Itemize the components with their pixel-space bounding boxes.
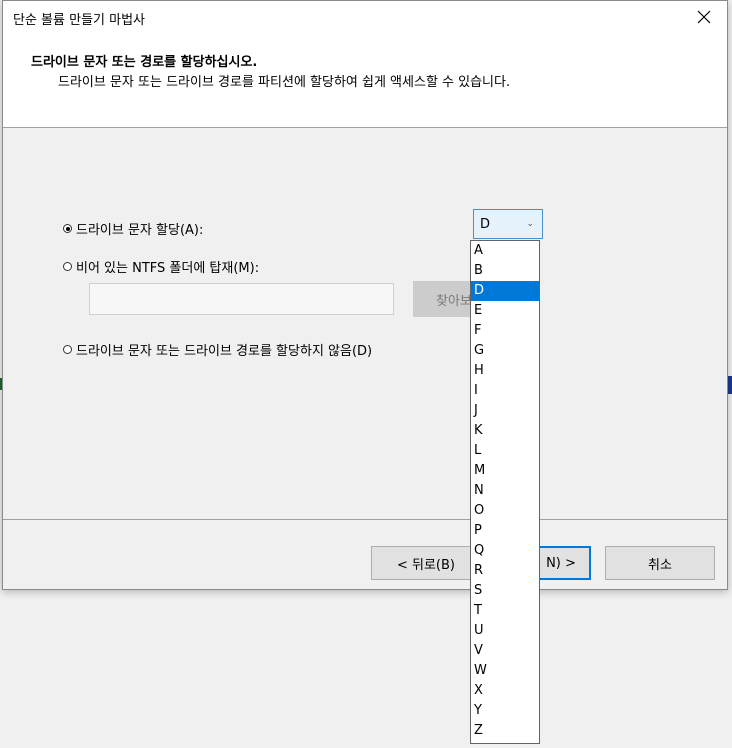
back-button-label: < 뒤로(B) — [396, 557, 455, 573]
cancel-button[interactable]: 취소 — [605, 546, 715, 580]
radio-button-icon[interactable] — [63, 224, 72, 233]
dropdown-option[interactable]: Y — [471, 701, 539, 721]
radio-mount-folder-label: 비어 있는 NTFS 폴더에 탑재(M): — [76, 261, 260, 276]
combobox-value: D — [480, 216, 491, 232]
drive-letter-dropdown-list[interactable]: ABDEFGHIJKLMNOPQRSTUVWXYZ — [470, 240, 540, 744]
dropdown-option[interactable]: J — [471, 401, 539, 421]
dropdown-option[interactable]: T — [471, 601, 539, 621]
close-icon — [697, 10, 711, 24]
drive-letter-combobox[interactable]: D ⌄ — [473, 209, 543, 239]
dropdown-option[interactable]: H — [471, 361, 539, 381]
radio-button-icon[interactable] — [63, 345, 72, 354]
radio-assign-letter[interactable]: 드라이브 문자 할당(A): — [63, 219, 203, 238]
window-title: 단순 볼륨 만들기 마법사 — [13, 13, 145, 28]
folder-path-input[interactable] — [89, 283, 394, 315]
dropdown-option[interactable]: I — [471, 381, 539, 401]
dropdown-option[interactable]: Q — [471, 541, 539, 561]
dropdown-option[interactable]: L — [471, 441, 539, 461]
wizard-header: 드라이브 문자 또는 경로를 할당하십시오. 드라이브 문자 또는 드라이브 경… — [3, 33, 727, 128]
dropdown-option[interactable]: F — [471, 321, 539, 341]
dropdown-option[interactable]: O — [471, 501, 539, 521]
title-bar: 단순 볼륨 만들기 마법사 — [3, 1, 727, 33]
dropdown-option[interactable]: N — [471, 481, 539, 501]
radio-button-icon[interactable] — [63, 262, 72, 271]
dropdown-option[interactable]: K — [471, 421, 539, 441]
dropdown-option[interactable]: D — [471, 281, 539, 301]
header-title: 드라이브 문자 또는 경로를 할당하십시오. — [31, 55, 258, 70]
cancel-button-label: 취소 — [648, 557, 672, 573]
dropdown-option[interactable]: P — [471, 521, 539, 541]
back-button[interactable]: < 뒤로(B) — [371, 546, 481, 580]
wizard-dialog: 단순 볼륨 만들기 마법사 드라이브 문자 또는 경로를 할당하십시오. 드라이… — [2, 0, 728, 590]
header-subtitle: 드라이브 문자 또는 드라이브 경로를 파티션에 할당하여 쉽게 액세스할 수 … — [58, 75, 511, 90]
dropdown-option[interactable]: S — [471, 581, 539, 601]
footer-divider — [3, 519, 727, 520]
radio-no-assign-label: 드라이브 문자 또는 드라이브 경로를 할당하지 않음(D) — [76, 344, 373, 359]
close-button[interactable] — [681, 1, 727, 33]
dropdown-option[interactable]: E — [471, 301, 539, 321]
dropdown-option[interactable]: M — [471, 461, 539, 481]
radio-no-assign[interactable]: 드라이브 문자 또는 드라이브 경로를 할당하지 않음(D) — [63, 340, 372, 359]
dropdown-option[interactable]: A — [471, 241, 539, 261]
chevron-down-icon: ⌄ — [526, 219, 534, 229]
radio-mount-folder[interactable]: 비어 있는 NTFS 폴더에 탑재(M): — [63, 257, 259, 276]
dropdown-option[interactable]: B — [471, 261, 539, 281]
dropdown-option[interactable]: Z — [471, 721, 539, 741]
browse-button-label: 찾아보 — [436, 293, 472, 309]
dropdown-option[interactable]: G — [471, 341, 539, 361]
dropdown-option[interactable]: W — [471, 661, 539, 681]
radio-assign-letter-label: 드라이브 문자 할당(A): — [76, 223, 204, 238]
dropdown-option[interactable]: U — [471, 621, 539, 641]
dropdown-option[interactable]: R — [471, 561, 539, 581]
dropdown-option[interactable]: X — [471, 681, 539, 701]
dropdown-option[interactable]: V — [471, 641, 539, 661]
